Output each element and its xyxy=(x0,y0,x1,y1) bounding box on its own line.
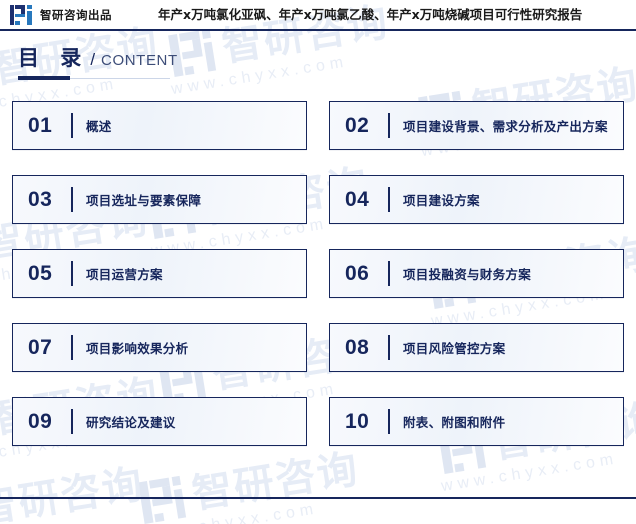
watermark-brand: 智研咨询 xyxy=(0,461,148,524)
toc-item-07[interactable]: 07 项目影响效果分析 xyxy=(12,323,307,372)
header-divider xyxy=(0,29,636,31)
toc-item-04[interactable]: 04 项目建设方案 xyxy=(329,175,624,224)
toc-item-05[interactable]: 05 项目运营方案 xyxy=(12,249,307,298)
toc-number: 10 xyxy=(345,409,370,433)
watermark-url: www.chyxx.com xyxy=(439,450,620,496)
document-title: 年产x万吨氯化亚砜、年产x万吨氯乙酸、年产x万吨烧碱项目可行性研究报告 xyxy=(158,7,583,22)
toc-item-01[interactable]: 01 概述 xyxy=(12,101,307,150)
toc-label: 项目影响效果分析 xyxy=(86,341,189,356)
toc-number: 01 xyxy=(28,113,53,137)
toc-divider xyxy=(71,335,73,360)
toc-number: 09 xyxy=(28,409,53,433)
toc-divider xyxy=(388,335,390,360)
page-header: 智研咨询出品 年产x万吨氯化亚砜、年产x万吨氯乙酸、年产x万吨烧碱项目可行性研究… xyxy=(0,0,636,30)
toc-divider xyxy=(388,409,390,434)
watermark-url: www.chyxx.com xyxy=(169,53,350,99)
toc-item-09[interactable]: 09 研究结论及建议 xyxy=(12,397,307,446)
toc-divider xyxy=(388,187,390,212)
watermark-brand: 智研咨询 xyxy=(189,446,363,518)
page-title-cn: 目 录 xyxy=(18,46,89,70)
brand: 智研咨询出品 xyxy=(10,5,112,25)
toc-number: 07 xyxy=(28,335,53,359)
contents-grid: 01 概述 02 项目建设背景、需求分析及产出方案 03 项目选址与要素保障 0… xyxy=(12,101,624,446)
page-title-separator: / xyxy=(90,50,96,69)
toc-label: 项目建设方案 xyxy=(403,193,480,208)
toc-number: 03 xyxy=(28,187,53,211)
toc-label: 项目建设背景、需求分析及产出方案 xyxy=(403,119,608,134)
toc-number: 08 xyxy=(345,335,370,359)
toc-number: 02 xyxy=(345,113,370,137)
toc-divider xyxy=(71,187,73,212)
toc-divider xyxy=(71,409,73,434)
page-title: 目 录 / CONTENT xyxy=(18,42,178,72)
brand-label: 智研咨询出品 xyxy=(40,8,112,22)
footer-divider xyxy=(0,497,636,499)
toc-item-03[interactable]: 03 项目选址与要素保障 xyxy=(12,175,307,224)
toc-divider xyxy=(388,113,390,138)
toc-number: 06 xyxy=(345,261,370,285)
page-title-en: CONTENT xyxy=(101,52,178,69)
toc-label: 项目选址与要素保障 xyxy=(86,193,202,208)
toc-number: 05 xyxy=(28,261,53,285)
toc-number: 04 xyxy=(345,187,370,211)
toc-divider xyxy=(71,261,73,286)
toc-item-06[interactable]: 06 项目投融资与财务方案 xyxy=(329,249,624,298)
toc-item-10[interactable]: 10 附表、附图和附件 xyxy=(329,397,624,446)
toc-label: 研究结论及建议 xyxy=(86,415,176,430)
toc-label: 概述 xyxy=(86,119,112,134)
zhiyan-logo-icon xyxy=(10,5,32,25)
heading-accent-bar xyxy=(18,76,70,80)
watermark-mark: 智研咨询 xyxy=(0,461,147,524)
zhiyan-logo-icon xyxy=(138,475,187,524)
toc-item-02[interactable]: 02 项目建设背景、需求分析及产出方案 xyxy=(329,101,624,150)
toc-divider xyxy=(388,261,390,286)
toc-label: 附表、附图和附件 xyxy=(403,415,506,430)
toc-label: 项目风险管控方案 xyxy=(403,341,506,356)
toc-label: 项目投融资与财务方案 xyxy=(403,267,532,282)
toc-divider xyxy=(71,113,73,138)
toc-label: 项目运营方案 xyxy=(86,267,163,282)
toc-item-08[interactable]: 08 项目风险管控方案 xyxy=(329,323,624,372)
watermark-mark: 智研咨询 www.chyxx.com xyxy=(138,446,362,524)
